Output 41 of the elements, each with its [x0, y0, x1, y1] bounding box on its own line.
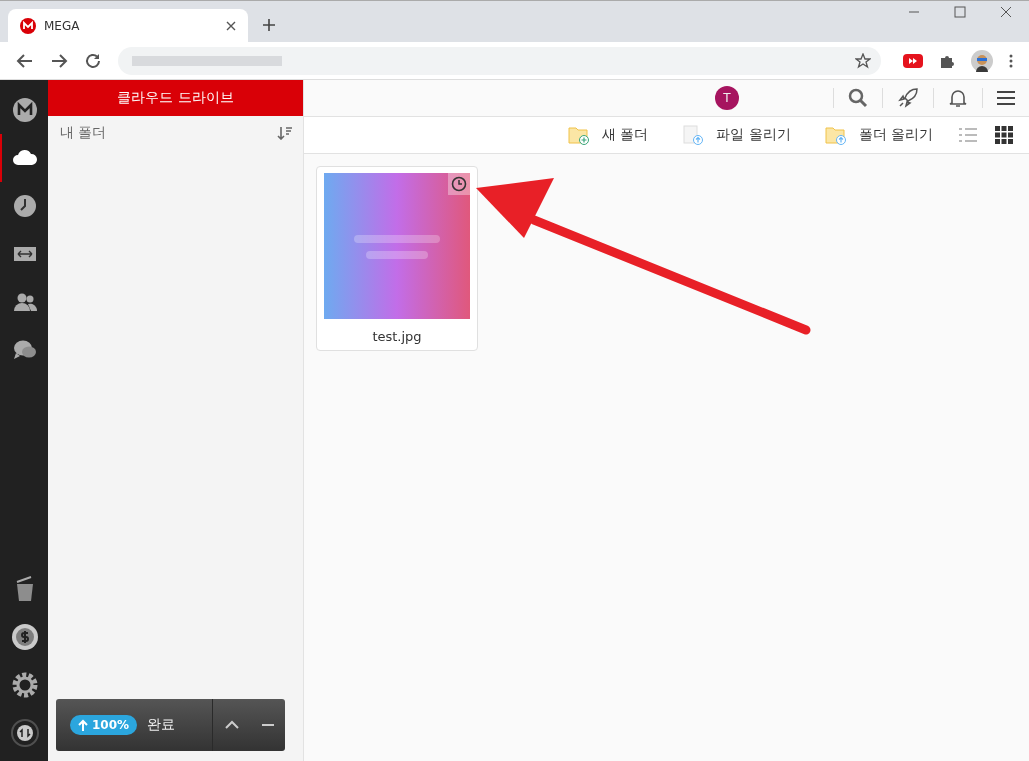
clock-icon [12, 193, 38, 219]
upload-file-button[interactable]: 파일 올리기 [682, 125, 791, 145]
clock-icon [448, 173, 470, 195]
file-name: test.jpg [372, 329, 422, 344]
menu-icon[interactable] [997, 91, 1015, 105]
coin-icon [11, 623, 39, 651]
new-tab-icon[interactable] [262, 18, 276, 32]
new-folder-button[interactable]: 새 폴더 [567, 125, 649, 145]
user-avatar[interactable]: T [715, 86, 739, 110]
folder-label[interactable]: 내 폴더 [60, 124, 107, 142]
minimize-icon[interactable] [261, 723, 274, 727]
menu-icon[interactable] [1009, 53, 1013, 68]
forward-icon[interactable] [50, 51, 68, 70]
upload-folder-button[interactable]: 폴더 올리기 [824, 125, 933, 145]
back-icon[interactable] [16, 51, 34, 70]
expand-icon[interactable] [224, 720, 239, 730]
transfer-status: 완료 [147, 716, 176, 734]
tab-title: MEGA [44, 18, 81, 33]
sort-icon[interactable] [277, 126, 293, 140]
browser-tab[interactable]: MEGA [8, 9, 248, 42]
logo-icon [12, 97, 38, 123]
gear-icon [11, 671, 39, 699]
reload-icon[interactable] [84, 51, 102, 70]
grid-view-icon[interactable] [995, 126, 1013, 144]
file-card[interactable]: test.jpg [316, 166, 478, 351]
folder-upload-icon [824, 125, 847, 145]
rocket-icon[interactable] [897, 87, 919, 109]
close-icon[interactable] [1000, 6, 1012, 18]
search-icon[interactable] [848, 88, 868, 108]
sync-icon [11, 719, 39, 747]
profile-icon[interactable] [971, 49, 993, 72]
folder-add-icon [567, 125, 590, 145]
file-upload-icon [682, 125, 705, 145]
logo-icon [20, 17, 36, 34]
section-title: 클라우드 드라이브 [48, 80, 303, 116]
star-icon[interactable] [855, 52, 871, 69]
bell-icon[interactable] [948, 88, 968, 108]
maximize-icon[interactable] [954, 6, 966, 18]
extension-icon[interactable] [903, 53, 923, 68]
close-icon[interactable] [226, 20, 236, 31]
progress-badge: 100% [70, 715, 138, 735]
